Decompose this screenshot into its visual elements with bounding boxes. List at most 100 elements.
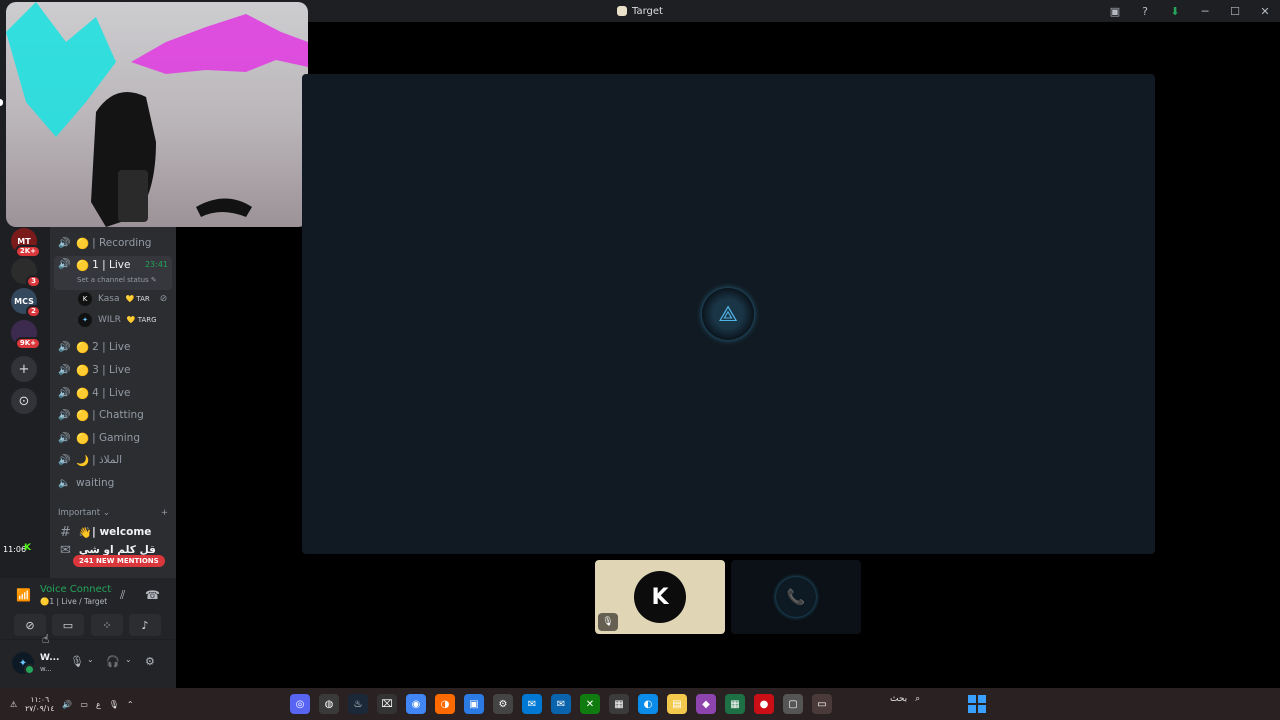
help-icon[interactable]: ?: [1130, 5, 1160, 18]
taskbar: ⚠ ١١:٠٦ ٢٧/٠٩/١٤ 🔊 ▭ ع 🎙 ⌃ ◎ ◍ ♨ ⌧ ◉ ◑ ▣…: [0, 688, 1280, 720]
mail-icon[interactable]: ✉: [522, 694, 542, 714]
search-label: بحث: [890, 694, 908, 704]
new-mentions-badge[interactable]: 241 NEW MENTIONS: [73, 555, 165, 567]
minimize-button[interactable]: ─: [1190, 5, 1220, 18]
user-name[interactable]: W...: [40, 653, 59, 663]
speaker-icon: 🔊: [58, 387, 71, 399]
settings-icon[interactable]: ⚙: [493, 694, 513, 714]
download-icon[interactable]: ⬇: [1160, 5, 1190, 18]
channel-name: 2 | Live: [92, 341, 131, 353]
app-icon[interactable]: ▦: [725, 694, 745, 714]
server-icon[interactable]: 3: [11, 258, 41, 288]
mail-icon[interactable]: ✉: [551, 694, 571, 714]
user-panel: ✦ W... w... 🎙 ⌄ 🎧 ⌄ ⚙: [0, 640, 176, 688]
participant-tile[interactable]: 📞: [731, 560, 861, 634]
xbox-icon[interactable]: ✕: [580, 694, 600, 714]
voice-user[interactable]: ✦ WILR 💛 TARG: [78, 310, 157, 330]
channel-emoji: 🟡: [76, 409, 90, 422]
clock-time: ١١:٠٦: [30, 695, 50, 704]
activities-button[interactable]: ⁘: [91, 614, 123, 636]
voice-channel[interactable]: 🔊 🟡 | Gaming: [54, 428, 172, 448]
server-folder[interactable]: 9K+: [11, 320, 41, 350]
channel-emoji: 🟡: [76, 237, 90, 250]
windows-start-icon[interactable]: [968, 695, 986, 713]
app-icon[interactable]: ◑: [435, 694, 455, 714]
gear-icon[interactable]: ⚙: [145, 655, 155, 668]
microphone-icon[interactable]: 🎙: [70, 655, 84, 668]
hash-icon: ✉: [60, 542, 71, 558]
channel-emoji: 🟡: [76, 341, 90, 354]
app-icon[interactable]: ◍: [319, 694, 339, 714]
channel-name: | Recording: [92, 237, 152, 249]
discord-window: Target ▣ ? ⬇ ─ ☐ ✕ MT 2K+ 3 MCS 2 9K+ + …: [0, 0, 1280, 720]
chrome-icon[interactable]: ◉: [406, 694, 426, 714]
taskbar-search[interactable]: بحث ⌕: [890, 694, 920, 704]
voice-channel[interactable]: 🔊 🟡 | Chatting: [54, 405, 172, 425]
opera-icon[interactable]: ●: [754, 694, 774, 714]
video-stage[interactable]: ⟁: [302, 74, 1155, 554]
voice-status[interactable]: Voice Connected: [40, 584, 112, 595]
notification-icon[interactable]: ⚠: [10, 700, 17, 709]
discord-icon[interactable]: ◎: [290, 694, 310, 714]
speaker-icon: 🔊: [58, 364, 71, 376]
taskbar-apps: ◎ ◍ ♨ ⌧ ◉ ◑ ▣ ⚙ ✉ ✉ ✕ ▦ ◐ ▤ ◆ ▦ ● ▢ ▭: [290, 694, 832, 714]
text-channel[interactable]: # 👋 | welcome: [50, 522, 176, 542]
disconnect-icon[interactable]: ☎: [145, 588, 160, 602]
voice-channel[interactable]: 🔊 🟡 | Recording: [54, 233, 172, 253]
signal-icon[interactable]: 📶: [16, 588, 31, 602]
folder-icon[interactable]: ▤: [667, 694, 687, 714]
microphone-icon[interactable]: 🎙: [109, 700, 119, 709]
chevron-up-icon[interactable]: ⌃: [127, 700, 134, 709]
participant-avatar[interactable]: ⟁: [702, 288, 754, 340]
taskbar-clock[interactable]: ١١:٠٦ ٢٧/٠٩/١٤: [25, 695, 54, 713]
maximize-button[interactable]: ☐: [1220, 5, 1250, 18]
app-icon[interactable]: ◆: [696, 694, 716, 714]
webcam-scene: [6, 2, 308, 227]
user-status: w...: [40, 665, 52, 673]
soundboard-button[interactable]: ♪: [129, 614, 161, 636]
voice-channel[interactable]: 🔈 waiting: [54, 473, 172, 493]
voice-channel[interactable]: 🔊 🟡 2 | Live: [54, 337, 172, 357]
app-icon: [617, 6, 628, 16]
participant-tile[interactable]: K 🎙: [595, 560, 725, 634]
app-icon[interactable]: ▣: [464, 694, 484, 714]
chevron-down-icon[interactable]: ⌄: [87, 655, 94, 664]
voice-channel[interactable]: 🔊 🟡 4 | Live: [54, 383, 172, 403]
avatar: ✦: [78, 313, 92, 327]
store-icon[interactable]: ▦: [609, 694, 629, 714]
voice-location[interactable]: 🟡1 | Live / Target: [40, 597, 107, 606]
channel-name: 3 | Live: [92, 364, 131, 376]
chevron-down-icon[interactable]: ⌄: [125, 655, 132, 664]
avatar: K: [634, 571, 686, 623]
screen-share-icon[interactable]: ▣: [1100, 5, 1130, 18]
voice-user[interactable]: K Kasa 💛 TAR ⊘: [78, 289, 167, 309]
avatar[interactable]: ✦: [12, 652, 35, 675]
speaker-icon: 🔊: [58, 432, 71, 444]
search-icon: ⌕: [915, 694, 921, 704]
voice-channel[interactable]: 🔊 🌙 | الملاذ: [54, 450, 172, 470]
server-badge: 9K+: [14, 337, 41, 350]
noise-suppression-icon[interactable]: ⫽: [120, 588, 125, 603]
category-header[interactable]: Important ⌄ +: [58, 508, 168, 518]
input-language[interactable]: ع: [96, 700, 101, 709]
app-icon[interactable]: ▢: [783, 694, 803, 714]
close-button[interactable]: ✕: [1250, 5, 1280, 18]
app-icon[interactable]: ⌧: [377, 694, 397, 714]
discover-icon[interactable]: ⊙: [11, 388, 37, 414]
add-channel-icon[interactable]: +: [161, 508, 168, 518]
steam-icon[interactable]: ♨: [348, 694, 368, 714]
voice-channel-active[interactable]: 🔊 🟡 1 | Live 23:41 Set a channel status …: [54, 256, 172, 290]
channel-status-setter[interactable]: Set a channel status ✎: [77, 276, 157, 284]
server-icon[interactable]: MT 2K+: [11, 228, 41, 258]
voice-channel[interactable]: 🔊 🟡 3 | Live: [54, 360, 172, 380]
network-icon[interactable]: ▭: [80, 700, 88, 709]
server-icon[interactable]: MCS 2: [11, 288, 41, 318]
add-server-button[interactable]: +: [11, 356, 37, 382]
edge-icon[interactable]: ◐: [638, 694, 658, 714]
headphones-icon[interactable]: 🎧: [106, 655, 120, 668]
app-icon[interactable]: ▭: [812, 694, 832, 714]
channel-emoji: 👋: [78, 526, 92, 539]
screen-share-button[interactable]: ▭: [52, 614, 84, 636]
volume-icon[interactable]: 🔊: [62, 700, 72, 709]
muted-icon: 🎙: [598, 613, 618, 631]
